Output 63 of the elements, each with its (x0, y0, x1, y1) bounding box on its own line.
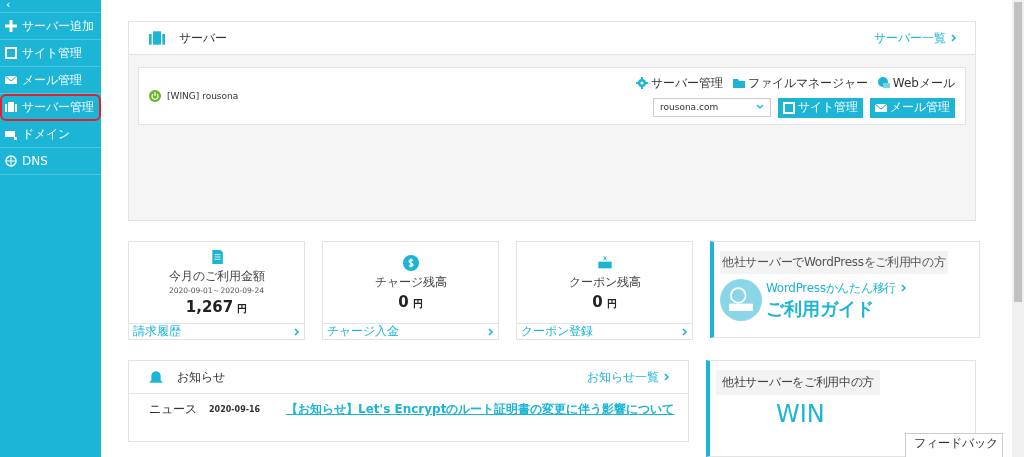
plus-icon (5, 20, 17, 32)
tool-link[interactable]: Webメール (877, 74, 955, 92)
ticket-icon (596, 254, 613, 271)
news-date: 2020-09-16 (209, 405, 262, 414)
panel-title: お知らせ (177, 368, 226, 386)
currency-unit: 円 (412, 297, 423, 309)
panel-title: サーバー (179, 29, 228, 47)
stat-amount: 1,267 (185, 298, 234, 316)
scrollbar[interactable] (1012, 0, 1024, 457)
news-link[interactable]: 【お知らせ】Let's Encryptのルート証明書の変更に伴う影響について (286, 401, 675, 418)
chevron-right-icon (682, 327, 688, 336)
currency-unit: 円 (606, 297, 617, 309)
currency-unit: 円 (237, 303, 248, 314)
domain-icon (5, 128, 17, 140)
stat-title: 今月のご利用金額 (168, 268, 265, 285)
mail-icon (5, 74, 17, 86)
server-list-link[interactable]: サーバー一覧 (874, 29, 946, 47)
server-icon (149, 29, 165, 47)
stat-amount: 0 (398, 292, 409, 311)
promo-caption: 他社サーバーをご利用中の方 (716, 370, 881, 395)
news-category: ニュース (149, 401, 198, 418)
manage-button[interactable]: メール管理 (870, 97, 955, 118)
coin-icon (402, 254, 419, 271)
chevron-down-icon (756, 104, 764, 110)
document-icon (209, 249, 224, 265)
stat-title: クーポン残高 (568, 273, 641, 291)
sidebar-item[interactable]: サイト管理 (0, 40, 101, 67)
folder-icon (732, 77, 745, 89)
promo-subtitle: WordPressかんたん移行 (766, 279, 896, 297)
server-name: [WING] rousona (167, 91, 240, 101)
sidebar-item[interactable]: DNS (0, 148, 101, 175)
sidebar-item[interactable]: サーバー管理 (0, 94, 101, 121)
tool-link[interactable]: サーバー管理 (635, 74, 723, 92)
bell-icon (149, 369, 163, 385)
chevron-right-icon (900, 284, 907, 292)
feedback-button[interactable]: フィードバック (905, 433, 1003, 457)
tool-link[interactable]: ファイルマネージャー (732, 74, 868, 92)
window-icon (5, 47, 17, 59)
stat-link[interactable]: 請求履歴 (129, 323, 304, 339)
promo-banner[interactable]: 他社サーバーでWordPressをご利用中の方 WordPressかんたん移行 ご利用ガイド (710, 241, 980, 338)
sidebar-item[interactable]: メール管理 (0, 67, 101, 94)
webmail-icon (877, 77, 890, 89)
chevron-right-icon (664, 373, 670, 381)
chevron-right-icon (488, 327, 494, 336)
chevron-right-icon (951, 34, 957, 42)
sidebar-item[interactable]: サーバー追加 (0, 13, 101, 40)
stat-amount: 0 (592, 292, 603, 311)
sidebar-item[interactable]: ドメイン (0, 121, 101, 148)
stat-title: チャージ残高 (374, 273, 447, 291)
promo-caption: 他社サーバーでWordPressをご利用中の方 (720, 251, 948, 274)
manage-button[interactable]: サイト管理 (778, 97, 863, 118)
promo-headline: WIN (776, 400, 826, 428)
window-icon (783, 101, 795, 114)
domain-select[interactable]: rousona.com (653, 97, 771, 117)
chevron-right-icon (294, 327, 300, 336)
mail-icon (875, 101, 887, 114)
stat-link[interactable]: チャージ入金 (323, 323, 498, 339)
stat-link[interactable]: クーポン登録 (517, 323, 692, 339)
globe-icon (5, 155, 17, 167)
promo-headline: ご利用ガイド (766, 296, 875, 321)
news-list-link[interactable]: お知らせ一覧 (587, 368, 659, 386)
server-icon (5, 101, 17, 113)
collapse-button[interactable]: ‹ (0, 0, 101, 13)
